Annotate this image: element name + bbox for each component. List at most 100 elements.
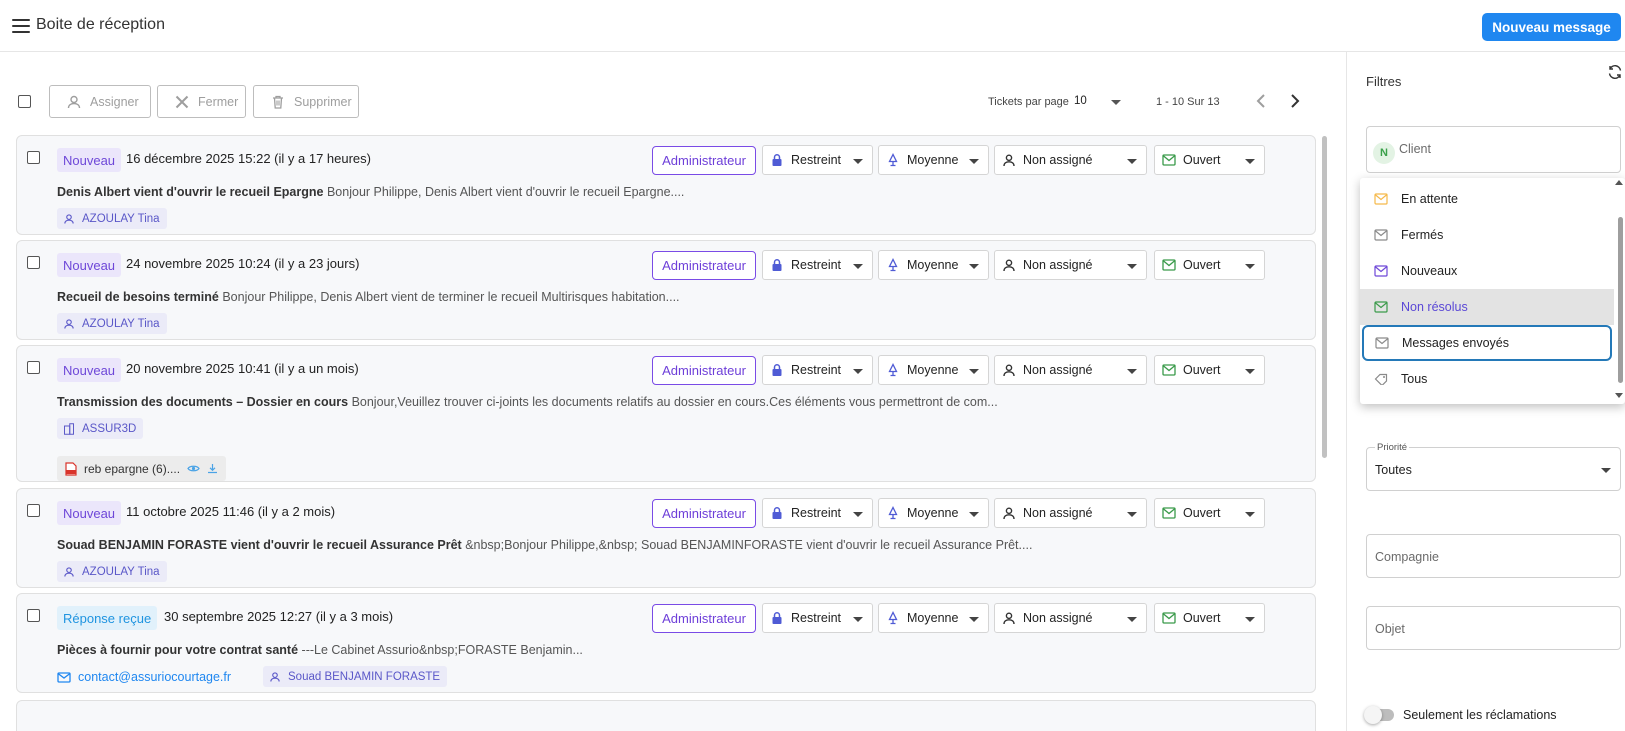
pdf-file-icon: [65, 461, 77, 476]
client-field[interactable]: N Client: [1366, 126, 1621, 173]
select-all-checkbox[interactable]: [18, 95, 31, 108]
object-field[interactable]: Objet: [1366, 606, 1621, 650]
role-button[interactable]: Administrateur: [652, 499, 756, 528]
ticket-checkbox[interactable]: [27, 256, 40, 269]
new-message-button[interactable]: Nouveau message: [1482, 13, 1621, 41]
assignee-select[interactable]: Non assigné: [994, 145, 1147, 175]
ticket-checkbox[interactable]: [27, 151, 40, 164]
status-badge: Nouveau: [57, 148, 122, 172]
ticket-row[interactable]: Réponse reçue 30 septembre 2025 12:27 (i…: [16, 593, 1316, 693]
visibility-select[interactable]: Restreint: [762, 355, 873, 385]
ticket-checkbox[interactable]: [27, 361, 40, 374]
ticket-preview: Bonjour,Veuillez trouver ci-joints les d…: [351, 395, 998, 409]
visibility-value: Restreint: [791, 258, 842, 272]
role-button[interactable]: Administrateur: [652, 146, 756, 175]
priority-select[interactable]: Moyenne: [878, 355, 989, 385]
previous-page-button[interactable]: [1253, 92, 1269, 110]
priority-icon: [888, 258, 898, 272]
ticket-checkbox[interactable]: [27, 504, 40, 517]
per-page-select[interactable]: 10: [1074, 95, 1087, 107]
ticket-title: Pièces à fournir pour votre contrat sant…: [57, 643, 299, 657]
dropdown-item-non-resolus[interactable]: Non résolus: [1360, 289, 1614, 325]
ticket-date: 20 novembre 2025 10:41 (il y a un mois): [126, 361, 359, 376]
object-placeholder: Objet: [1375, 622, 1405, 636]
lock-icon: [772, 259, 782, 271]
dropdown-item-label: Non résolus: [1401, 300, 1468, 314]
dropdown-item-fermes[interactable]: Fermés: [1360, 217, 1614, 253]
tag-icon: [1374, 373, 1388, 385]
assignee-select[interactable]: Non assigné: [994, 250, 1147, 280]
ticket-list: Nouveau 16 décembre 2025 15:22 (il y a 1…: [16, 135, 1318, 731]
refresh-icon[interactable]: [1607, 64, 1623, 80]
dropdown-scrollbar[interactable]: [1618, 217, 1623, 383]
user-icon: [1003, 154, 1015, 167]
ticket-row[interactable]: [16, 700, 1316, 731]
list-scrollbar[interactable]: [1322, 136, 1327, 458]
state-select[interactable]: Ouvert: [1154, 603, 1265, 633]
priority-select[interactable]: Moyenne: [878, 603, 989, 633]
ticket-subject: Transmission des documents – Dossier en …: [57, 395, 998, 409]
dropdown-item-messages-envoyes[interactable]: Messages envoyés: [1362, 325, 1612, 361]
assign-button[interactable]: Assigner: [49, 85, 151, 118]
company-field[interactable]: Compagnie: [1366, 534, 1621, 578]
ticket-title: Transmission des documents – Dossier en …: [57, 395, 349, 409]
state-select[interactable]: Ouvert: [1154, 355, 1265, 385]
user-icon: [1003, 364, 1015, 377]
close-button[interactable]: Fermer: [157, 85, 246, 118]
priority-select[interactable]: Moyenne: [878, 145, 989, 175]
filters-title: Filtres: [1366, 74, 1402, 89]
assignee-select[interactable]: Non assigné: [994, 603, 1147, 633]
ticket-title: Souad BENJAMIN FORASTE vient d'ouvrir le…: [57, 538, 462, 552]
email-link[interactable]: contact@assuriocourtage.fr: [57, 670, 231, 684]
visibility-value: Restreint: [791, 611, 842, 625]
assigned-user-tag: AZOULAY Tina: [57, 313, 167, 334]
next-page-button[interactable]: [1287, 92, 1303, 110]
ticket-row[interactable]: Nouveau 20 novembre 2025 10:41 (il y a u…: [16, 345, 1316, 482]
dropdown-item-nouveaux[interactable]: Nouveaux: [1360, 253, 1614, 289]
assignee-select[interactable]: Non assigné: [994, 355, 1147, 385]
role-button[interactable]: Administrateur: [652, 356, 756, 385]
state-select[interactable]: Ouvert: [1154, 498, 1265, 528]
claims-only-toggle[interactable]: [1364, 706, 1394, 724]
state-select[interactable]: Ouvert: [1154, 145, 1265, 175]
role-button[interactable]: Administrateur: [652, 251, 756, 280]
ticket-preview: &nbsp;Bonjour Philippe,&nbsp; Souad BENJ…: [465, 538, 1033, 552]
user-icon: [1003, 259, 1015, 272]
visibility-select[interactable]: Restreint: [762, 498, 873, 528]
visibility-select[interactable]: Restreint: [762, 145, 873, 175]
lock-icon: [772, 154, 782, 166]
user-icon: [64, 213, 74, 224]
scroll-up-icon[interactable]: [1615, 180, 1623, 185]
ticket-row[interactable]: Nouveau 16 décembre 2025 15:22 (il y a 1…: [16, 135, 1316, 235]
scroll-down-icon[interactable]: [1615, 393, 1623, 398]
per-page-label: Tickets par page: [988, 96, 1069, 108]
priority-select[interactable]: Moyenne: [878, 498, 989, 528]
priority-filter-select[interactable]: Priorité Toutes: [1366, 442, 1621, 491]
ticket-row[interactable]: Nouveau 11 octobre 2025 11:46 (il y a 2 …: [16, 488, 1316, 588]
eye-icon[interactable]: [187, 464, 200, 473]
ticket-row[interactable]: Nouveau 24 novembre 2025 10:24 (il y a 2…: [16, 240, 1316, 340]
priority-select[interactable]: Moyenne: [878, 250, 989, 280]
chevron-down-icon[interactable]: [1111, 100, 1121, 105]
delete-button[interactable]: Supprimer: [253, 85, 359, 118]
assignee-select[interactable]: Non assigné: [994, 498, 1147, 528]
role-button[interactable]: Administrateur: [652, 604, 756, 633]
mail-icon: [1374, 301, 1388, 313]
status-badge: Nouveau: [57, 358, 122, 382]
client-placeholder: Client: [1399, 142, 1431, 156]
building-icon: [64, 422, 74, 435]
assigned-user-tag: AZOULAY Tina: [57, 208, 167, 229]
tag-label: ASSUR3D: [82, 422, 137, 435]
dropdown-item-en-attente[interactable]: En attente: [1360, 181, 1614, 217]
mail-icon: [57, 671, 71, 683]
visibility-select[interactable]: Restreint: [762, 250, 873, 280]
attachment-chip[interactable]: reb epargne (6)....: [57, 456, 227, 481]
download-icon[interactable]: [207, 463, 218, 474]
ticket-checkbox[interactable]: [27, 609, 40, 622]
dropdown-item-label: Tous: [1401, 372, 1428, 386]
ticket-subject: Recueil de besoins terminé Bonjour Phili…: [57, 290, 680, 304]
dropdown-item-tous[interactable]: Tous: [1360, 361, 1614, 397]
state-select[interactable]: Ouvert: [1154, 250, 1265, 280]
menu-icon[interactable]: [12, 19, 30, 33]
visibility-select[interactable]: Restreint: [762, 603, 873, 633]
